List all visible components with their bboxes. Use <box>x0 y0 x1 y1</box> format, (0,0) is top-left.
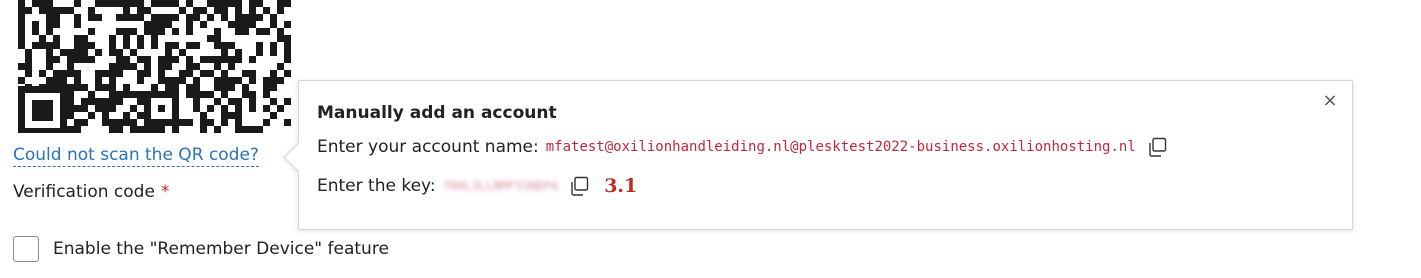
copy-account-icon[interactable] <box>1146 136 1168 158</box>
account-name-row: Enter your account name: mfatest@oxilion… <box>317 136 1168 158</box>
close-icon[interactable]: × <box>1320 91 1340 111</box>
account-name-label: Enter your account name: <box>317 137 539 157</box>
qr-code-icon <box>18 0 291 133</box>
verification-code-text: Verification code <box>13 182 155 202</box>
account-name-value: mfatest@oxilionhandleiding.nl@plesktest2… <box>545 139 1136 155</box>
copy-key-icon[interactable] <box>568 175 590 197</box>
required-marker: * <box>160 182 170 202</box>
could-not-scan-link[interactable]: Could not scan the QR code? <box>13 144 259 167</box>
remember-device-row: Enable the "Remember Device" feature <box>13 236 389 262</box>
step-annotation: 3.1 <box>604 175 638 197</box>
popover-arrow <box>283 142 314 173</box>
key-label: Enter the key: <box>317 176 436 196</box>
manual-add-popover: × Manually add an account Enter your acc… <box>283 80 1353 230</box>
remember-device-checkbox[interactable] <box>13 236 39 262</box>
verification-code-label: Verification code * <box>13 182 169 202</box>
qr-code <box>18 0 292 133</box>
key-value: 7RHL3LLNMF5SNDPA <box>442 179 559 193</box>
key-row: Enter the key: 7RHL3LLNMF5SNDPA 3.1 <box>317 175 637 197</box>
popover-title: Manually add an account <box>317 103 557 123</box>
remember-device-label[interactable]: Enable the "Remember Device" feature <box>53 239 389 259</box>
